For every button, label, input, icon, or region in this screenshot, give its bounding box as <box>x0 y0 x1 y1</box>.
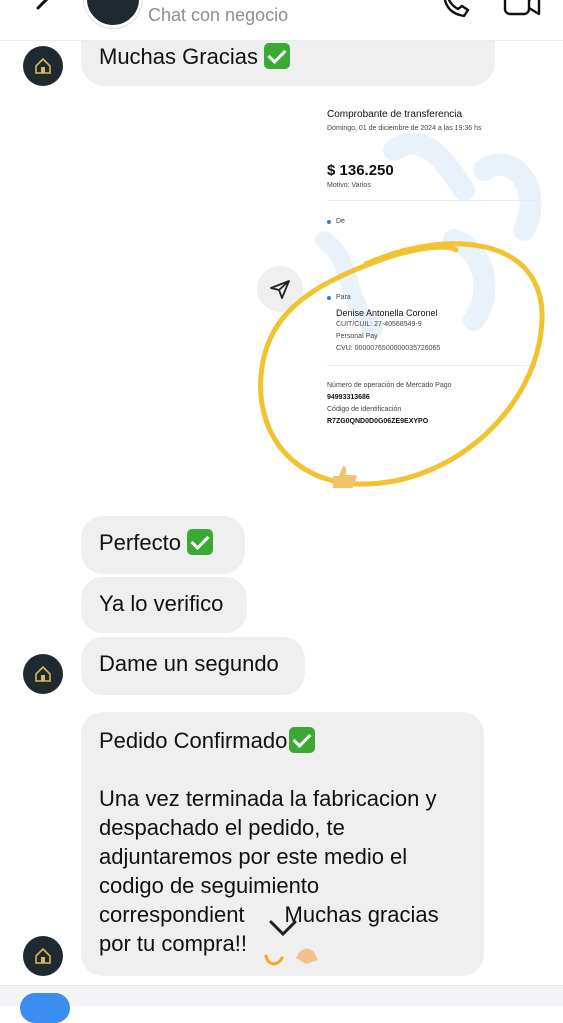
back-chevron-icon[interactable] <box>28 0 64 24</box>
sender-avatar[interactable] <box>23 936 63 976</box>
receipt-amount: $ 136.250 <box>327 162 394 179</box>
house-logo-icon <box>35 947 51 964</box>
message-bubble[interactable]: Ya lo verifico <box>81 577 247 633</box>
from-dot-icon <box>327 220 331 224</box>
message-composer[interactable] <box>0 985 563 1006</box>
message-bubble[interactable]: Perfecto <box>81 516 245 574</box>
message-line: adjuntaremos por este medio el <box>99 844 408 869</box>
sender-avatar[interactable] <box>23 654 63 694</box>
chat-header: Chat con negocio <box>0 0 563 41</box>
video-camera-icon[interactable] <box>502 0 542 20</box>
receipt-title: Comprobante de transferencia <box>327 109 463 120</box>
from-label: De <box>336 218 345 225</box>
message-bubble[interactable]: Dame un segundo <box>81 637 305 695</box>
highlight-circle-drawing <box>258 241 545 487</box>
message-text: Perfecto <box>99 530 181 555</box>
chat-subtitle: Chat con negocio <box>148 5 289 25</box>
receipt-reason: Motivo: Varios <box>327 182 371 189</box>
receipt-date: Domingo, 01 de diciembre de 2024 a las 1… <box>327 125 482 132</box>
check-mark-icon <box>186 529 213 555</box>
phone-icon[interactable] <box>438 0 472 20</box>
emoji-icon <box>264 948 318 966</box>
check-mark-icon <box>289 727 316 753</box>
message-text: Ya lo verifico <box>99 591 224 616</box>
thumbs-up-icon <box>333 466 357 488</box>
message-line: despachado el pedido, te <box>99 815 345 840</box>
sender-avatar[interactable] <box>23 46 63 86</box>
message-line: correspondient <box>99 902 245 927</box>
camera-button[interactable] <box>20 993 70 1023</box>
message-title: Pedido Confirmado <box>99 728 288 753</box>
message-line: codigo de seguimiento <box>99 873 320 898</box>
message-text: Dame un segundo <box>99 651 279 676</box>
check-mark-icon <box>263 43 290 69</box>
message-line: Muchas gracias <box>284 902 439 927</box>
house-logo-icon <box>35 665 51 682</box>
message-text: Muchas Gracias <box>99 44 258 69</box>
business-avatar[interactable] <box>84 0 142 28</box>
divider <box>327 200 537 201</box>
message-line: Una vez terminada la fabricacion y <box>99 786 437 811</box>
house-logo-icon <box>35 57 51 74</box>
